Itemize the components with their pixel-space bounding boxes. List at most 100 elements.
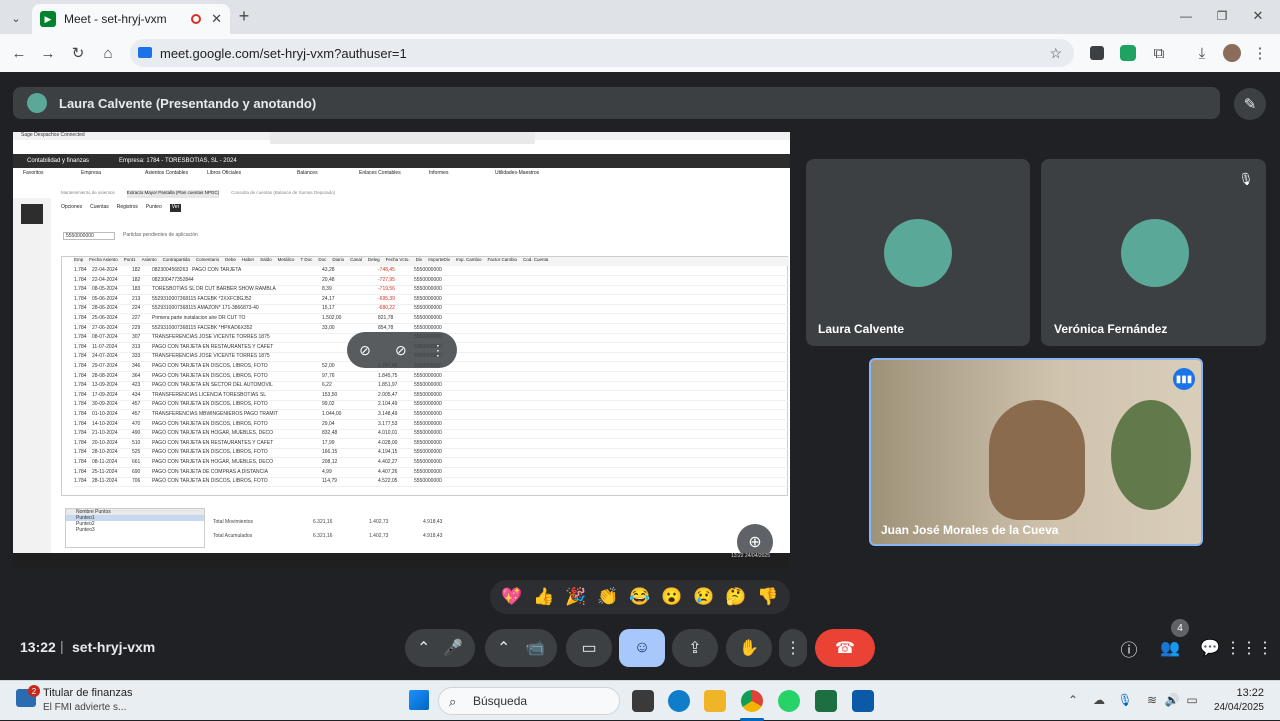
ledger-column-header[interactable]: Canal — [350, 257, 362, 266]
reaction-emoji[interactable]: 👎 — [757, 587, 778, 607]
people-icon[interactable]: 👥 — [1158, 637, 1182, 659]
menu-informes[interactable]: Informes — [429, 170, 495, 181]
news-title[interactable]: Titular de finanzas — [43, 687, 132, 699]
edge-icon[interactable] — [668, 690, 690, 712]
submenu-ver[interactable]: Ver — [169, 204, 182, 212]
punteo-item[interactable]: Punteo3 — [66, 527, 204, 533]
browser-tab[interactable]: ▶ Meet - set-hryj-vxm ✕ — [32, 4, 230, 34]
ledger-row[interactable]: 1.784 28-11-2024 706 PAGO CON TARJETA EN DI… — [74, 478, 790, 488]
reaction-emoji[interactable]: 👍 — [533, 587, 554, 607]
end-call-button[interactable]: ☎ — [815, 629, 875, 667]
ledger-row[interactable]: 1.784 28-06-2024 224 5529310007368115 AMAZO… — [74, 305, 790, 315]
os-clock[interactable]: 13:22 — [1212, 687, 1264, 699]
ledger-column-header[interactable]: ImporteDiv — [428, 257, 450, 266]
reload-icon[interactable]: ↻ — [69, 44, 87, 62]
info-icon[interactable]: ⓘ — [1118, 637, 1140, 660]
mic-icon[interactable]: 🎤 — [443, 638, 463, 658]
ledger-row[interactable]: 1.784 17-09-2024 434 TRANSFERENCIAS LICENCI… — [74, 392, 790, 401]
mic-tray-icon[interactable]: 🎙 — [1117, 691, 1132, 709]
ledger-row[interactable]: 1.784 25-11-2024 690 PAGO CON TARJETA DE CO… — [74, 469, 790, 478]
ledger-row[interactable]: 1.784 08-05-2024 183 TORESBOTIAS SL DR CUT … — [74, 286, 790, 296]
ledger-column-header[interactable]: T Doc — [300, 257, 312, 266]
menu-empresa[interactable]: Empresa — [75, 170, 145, 181]
ledger-row[interactable]: 1.784 08-11-2024 661 PAGO CON TARJETA EN HO… — [74, 459, 790, 468]
activities-icon[interactable]: ⋮⋮⋮ — [1225, 637, 1273, 659]
ledger-column-header[interactable]: Factor Cambio — [487, 257, 517, 266]
menu-balances[interactable]: Balances — [297, 170, 359, 181]
ledger-column-header[interactable]: Fecha Asiento — [89, 257, 118, 266]
submenu-registros[interactable]: Registros — [117, 204, 138, 212]
participant-tile[interactable]: Laura Calvente — [806, 159, 1030, 346]
submenu-cuentas[interactable]: Cuentas — [90, 204, 109, 212]
submenu-punteo[interactable]: Punteo — [146, 204, 162, 212]
ledger-column-header[interactable]: Div — [416, 257, 423, 266]
menu-enlaces[interactable]: Enlaces Contables — [359, 170, 429, 181]
app-tab-extracto[interactable]: Extracto Mayor Pantalla (Plan cuentas NP… — [126, 190, 220, 198]
ledger-column-header[interactable]: Debe — [225, 257, 236, 266]
annotate-pen-icon[interactable]: ✎ — [1234, 88, 1266, 120]
menu-favoritos[interactable]: Favoritos — [13, 170, 75, 181]
video-off-icon[interactable]: ⊘ — [395, 342, 407, 359]
app-tab-asientos[interactable]: Mantenimiento de asientos — [61, 190, 115, 198]
submenu-opciones[interactable]: Opciones — [61, 204, 82, 212]
participant-tile[interactable]: 🎙 Verónica Fernández — [1041, 159, 1266, 346]
module-selector[interactable]: Contabilidad y finanzas — [27, 158, 89, 164]
reaction-emoji[interactable]: 😂 — [629, 587, 650, 607]
company-field[interactable]: Empresa: 1784 - TORESBOTIAS, SL - 2024 — [119, 158, 237, 164]
url-bar[interactable]: meet.google.com/set-hryj-vxm?authuser=1 … — [130, 39, 1074, 67]
ledger-column-header[interactable]: Metálico — [278, 257, 295, 266]
app-tab-consulta[interactable]: Consulta de cuentas (Balance de Sumas De… — [231, 190, 335, 198]
ledger-column-header[interactable]: Cod. Cuenta — [523, 257, 548, 266]
raise-hand-button[interactable]: ✋ — [726, 629, 772, 667]
menu-icon[interactable]: ⋮ — [1253, 44, 1268, 62]
whatsapp-icon[interactable] — [778, 690, 800, 712]
battery-icon[interactable]: ▭ — [1184, 691, 1200, 709]
ledger-column-header[interactable]: Haber — [242, 257, 254, 266]
file-explorer-icon[interactable] — [704, 690, 726, 712]
menu-utilidades[interactable]: Utilidades-Maestros — [495, 170, 575, 181]
ledger-column-header[interactable]: Imp. Cambio — [456, 257, 482, 266]
ledger-row[interactable]: 1.784 28-08-2024 364 PAGO CON TARJETA EN DI… — [74, 373, 790, 382]
chat-icon[interactable]: 💬 — [1199, 637, 1221, 659]
extensions-puzzle-icon[interactable]: ⧉ — [1150, 44, 1168, 62]
ledger-column-header[interactable]: Diario — [332, 257, 344, 266]
back-icon[interactable]: ← — [10, 44, 28, 62]
reaction-emoji[interactable]: 💖 — [501, 587, 522, 607]
taskbar-search[interactable]: ⌕ Búsqueda — [438, 687, 620, 715]
app-icon[interactable] — [852, 690, 874, 712]
ledger-row[interactable]: 1.784 21-10-2024 490 PAGO CON TARJETA EN HO… — [74, 430, 790, 440]
ledger-column-header[interactable]: Punt1 — [124, 257, 136, 266]
ledger-row[interactable]: 1.784 28-10-2024 525 PAGO CON TARJETA EN DI… — [74, 449, 790, 459]
ledger-row[interactable]: 1.784 13-09-2024 423 PAGO CON TARJETA EN SE… — [74, 382, 790, 392]
menu-libros[interactable]: Libros Oficiales — [207, 170, 297, 181]
new-tab-icon[interactable]: + — [236, 6, 252, 26]
camera-options-chevron-icon[interactable]: ⌃ — [497, 638, 510, 658]
captions-button[interactable]: ▭ — [566, 629, 612, 667]
ledger-row[interactable]: 1.784 25-06-2024 227 Primera parte instalac… — [74, 315, 790, 324]
close-window-icon[interactable]: ✕ — [1250, 8, 1266, 24]
reaction-emoji[interactable]: 😢 — [693, 587, 714, 607]
ledger-row[interactable]: 1.784 22-04-2024 182 082300477352844 20,48 -7… — [74, 277, 790, 286]
ledger-column-header[interactable]: Saldo — [260, 257, 272, 266]
contabilidad-nav-icon[interactable] — [21, 204, 43, 224]
task-view-icon[interactable] — [632, 690, 654, 712]
cloud-icon[interactable]: ☁ — [1090, 691, 1108, 709]
tray-chevron-icon[interactable]: ⌃ — [1066, 691, 1080, 709]
profile-avatar[interactable] — [1223, 44, 1241, 62]
ledger-column-header[interactable]: Comentario — [196, 257, 219, 266]
ledger-row[interactable]: 1.784 01-10-2024 457 TRANSFERENCIAS MBWINGE… — [74, 411, 790, 420]
ledger-row[interactable]: 1.784 22-04-2024 182 0823004568263 PAGO CON … — [74, 267, 790, 276]
excel-icon[interactable] — [815, 690, 837, 712]
speaker-tile[interactable]: ▮▮▮ Juan José Morales de la Cueva — [869, 358, 1203, 546]
bookmark-star-icon[interactable]: ☆ — [1049, 45, 1062, 62]
reactions-button[interactable]: ☺ — [619, 629, 665, 667]
menu-asientos[interactable]: Asientos Contables — [145, 170, 207, 181]
restore-icon[interactable]: ❐ — [1214, 8, 1230, 24]
ledger-column-header[interactable]: Contrapartida — [163, 257, 190, 266]
pin-off-icon[interactable]: ⊘ — [359, 342, 371, 359]
ledger-row[interactable]: 1.784 05-06-2024 213 5529310007368115 FACEB… — [74, 296, 790, 305]
more-options-button[interactable]: ⋮ — [779, 629, 807, 667]
ledger-column-header[interactable]: Emp — [74, 257, 83, 266]
camera-icon[interactable]: 📹 — [525, 638, 545, 658]
ledger-column-header[interactable]: Doc — [318, 257, 326, 266]
